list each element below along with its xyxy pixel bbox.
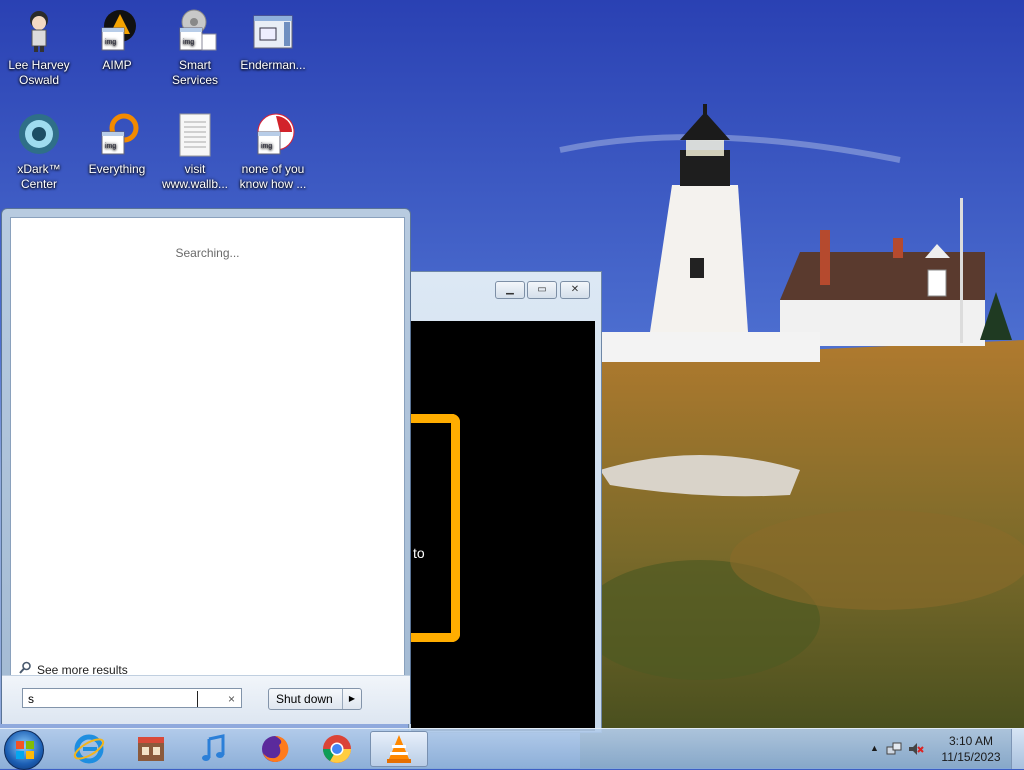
taskbar-vlc[interactable]	[370, 731, 428, 767]
shutdown-label: Shut down	[276, 692, 333, 706]
desktop-icon-everything[interactable]: img Everything	[80, 112, 154, 177]
close-button[interactable]: ✕	[560, 281, 590, 299]
desktop-icon-smart-services[interactable]: img Smart Services	[158, 8, 232, 88]
video-area[interactable]: to	[391, 321, 595, 731]
dialog-text-fragment: to	[413, 545, 425, 561]
firefox-icon	[262, 735, 289, 762]
desktop-icon-label: Smart Services	[171, 58, 218, 87]
desktop-icon-lee-harvey-oswald[interactable]: Lee Harvey Oswald	[2, 8, 76, 88]
taskbar-itunes[interactable]	[186, 731, 240, 767]
desktop-icon-label: Lee Harvey Oswald	[8, 58, 70, 87]
desktop-icon-aimp[interactable]: img AIMP	[80, 8, 154, 73]
red-circle-document-icon: img	[250, 112, 296, 158]
aimp-icon: img	[94, 8, 140, 54]
start-button[interactable]	[4, 730, 44, 770]
taskbar: ▲ 3:10 AM 11/15/2023	[0, 728, 1024, 770]
svg-text:img: img	[261, 143, 272, 150]
desktop-icon-label: xDark™ Center	[17, 162, 61, 191]
shutdown-options-arrow[interactable]: ▶	[342, 689, 361, 709]
chrome-icon	[323, 735, 351, 763]
windows-logo-icon	[16, 741, 34, 759]
search-input[interactable]: s ×	[22, 688, 242, 708]
desktop-icon-visit-wallb[interactable]: visit www.wallb...	[158, 112, 232, 192]
taskbar-internet-explorer[interactable]	[62, 731, 116, 767]
store-icon	[138, 737, 164, 761]
clock-date: 11/15/2023	[941, 750, 1001, 764]
desktop-icon-enderman[interactable]: Enderman...	[236, 8, 310, 73]
system-tray: ▲ 3:10 AM 11/15/2023	[864, 729, 1024, 769]
minimize-button[interactable]: ▁	[495, 281, 525, 299]
clear-search-icon[interactable]: ×	[228, 689, 235, 709]
vlc-window[interactable]: ▁ ▭ ✕ to	[391, 271, 602, 733]
maximize-button[interactable]: ▭	[527, 281, 557, 299]
svg-text:img: img	[105, 39, 116, 46]
desktop-icon-label: none of you know how ...	[239, 162, 307, 191]
searching-status: Searching...	[175, 246, 240, 260]
internet-explorer-icon	[73, 734, 105, 764]
desktop-icon-label: Enderman...	[240, 58, 306, 72]
svg-text:img: img	[183, 39, 194, 46]
anime-character-icon	[16, 8, 62, 54]
svg-text:img: img	[105, 143, 116, 150]
search-results-pane: Searching... See more results	[10, 217, 405, 677]
clock-time: 3:10 AM	[948, 734, 994, 748]
application-window-icon	[250, 8, 296, 54]
search-input-value: s	[28, 692, 34, 706]
taskbar-firefox[interactable]	[248, 731, 302, 767]
desktop-icon-xdark-center[interactable]: xDark™ Center	[2, 112, 76, 192]
everything-search-icon: img	[94, 112, 140, 158]
vlc-icon	[387, 735, 411, 763]
desktop-icon-label: Everything	[88, 162, 146, 176]
shutdown-button[interactable]: Shut down ▶	[268, 688, 362, 710]
volume-muted-icon[interactable]	[908, 741, 924, 760]
clock[interactable]: 3:10 AM 11/15/2023	[936, 733, 1006, 765]
network-icon[interactable]	[886, 741, 902, 760]
show-desktop-button[interactable]	[1011, 729, 1024, 769]
desktop-icon-label: AIMP	[102, 58, 132, 72]
xdark-orb-icon	[16, 112, 62, 158]
show-hidden-icons-arrow[interactable]: ▲	[870, 743, 879, 753]
start-menu: Searching... See more results s × Shut d…	[1, 208, 411, 724]
text-cursor	[197, 691, 198, 707]
gear-document-icon: img	[172, 8, 218, 54]
taskbar-store[interactable]	[124, 731, 178, 767]
itunes-icon	[202, 734, 225, 761]
desktop-icon-none-of-you[interactable]: img none of you know how ...	[236, 112, 310, 192]
taskbar-chrome[interactable]	[310, 731, 364, 767]
start-menu-bottom-bar: s × Shut down ▶	[2, 675, 410, 724]
text-document-icon	[172, 112, 218, 158]
desktop-icon-label: visit www.wallb...	[161, 162, 229, 191]
